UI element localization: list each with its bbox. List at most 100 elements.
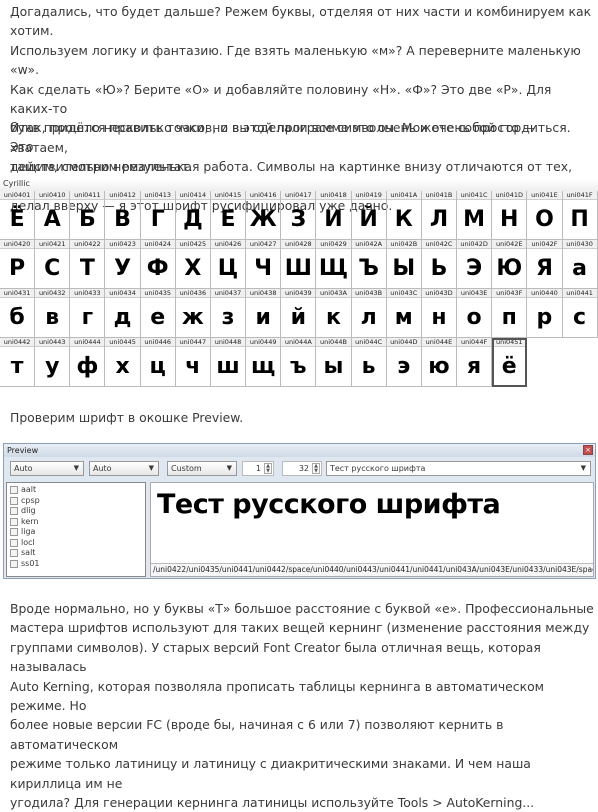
checkbox[interactable] [10, 538, 18, 547]
glyph-name: uni0432 [35, 289, 70, 298]
checkbox[interactable] [10, 559, 18, 568]
glyph-cell[interactable]: uni0448 ш [210, 338, 247, 387]
glyph-cell[interactable]: uni0446 ц [140, 338, 176, 387]
glyph-cell[interactable]: uni042C Ь [421, 240, 458, 289]
features-select[interactable]: Custom ▼ [167, 461, 237, 476]
glyph-cell[interactable]: uni043A к [316, 289, 352, 338]
glyph-name: uni0429 [316, 240, 351, 249]
glyph-cell[interactable]: uni042D Э [457, 240, 493, 289]
glyph-cell[interactable]: uni043F п [492, 289, 528, 338]
close-icon[interactable]: × [583, 445, 593, 455]
glyph-cell[interactable]: uni042B Ы [386, 240, 422, 289]
size-spinner[interactable]: 32 ▲ ▼ [282, 461, 322, 476]
glyph-name: uni042E [492, 240, 527, 249]
glyph-cell[interactable]: uni0428 Ш [281, 240, 317, 289]
glyph-cell[interactable]: uni0425 Х [175, 240, 211, 289]
script-select[interactable]: Auto ▼ [10, 461, 84, 476]
checkbox[interactable] [10, 507, 18, 516]
glyph-cell[interactable]: uni0415 Е [210, 191, 247, 240]
glyph-cell[interactable]: uni0401 Ё [0, 191, 36, 240]
glyph-cell[interactable]: uni0440 р [527, 289, 563, 338]
glyph: Н [500, 207, 519, 232]
glyph-cell[interactable]: uni041D Н [492, 191, 528, 240]
glyph-cell[interactable]: uni0414 Д [175, 191, 211, 240]
feature-item[interactable]: cpsp [10, 496, 142, 507]
glyph-cell[interactable]: uni0443 у [35, 338, 71, 387]
glyph-cell[interactable]: uni043C м [386, 289, 422, 338]
feature-item[interactable]: kern [10, 517, 142, 528]
glyph-cell[interactable]: uni043E о [457, 289, 493, 338]
glyph-cell[interactable]: uni043B л [351, 289, 387, 338]
feature-item[interactable]: dlig [10, 506, 142, 517]
glyph-cell[interactable]: uni044B ы [316, 338, 352, 387]
glyph-cell[interactable]: uni0433 г [70, 289, 106, 338]
spin-arrows-icon[interactable]: ▲ ▼ [264, 463, 272, 474]
glyph-cell[interactable]: uni0419 Й [351, 191, 387, 240]
glyph-cell[interactable]: uni0436 ж [175, 289, 211, 338]
glyph-cell[interactable]: uni0451 ё [492, 338, 528, 387]
glyph-cell[interactable]: uni042F Я [527, 240, 563, 289]
checkbox[interactable] [10, 549, 18, 558]
glyph-cell[interactable]: uni0424 Ф [140, 240, 176, 289]
feature-item[interactable]: salt [10, 548, 142, 559]
glyph-name: uni0414 [175, 191, 210, 200]
glyph-cell[interactable]: uni0413 Г [140, 191, 176, 240]
feature-item[interactable]: liga [10, 527, 142, 538]
glyph-cell[interactable]: uni0442 т [0, 338, 36, 387]
glyph-cell[interactable]: uni0439 й [281, 289, 317, 338]
glyph-cell[interactable]: uni0438 и [246, 289, 282, 338]
glyph-cell[interactable]: uni043D н [421, 289, 458, 338]
glyph-cell[interactable]: uni044D э [386, 338, 422, 387]
feature-item[interactable]: ss01 [10, 559, 142, 570]
text-line: Итак, прошло несколько часов, и вы сдела… [10, 120, 571, 155]
glyph-cell[interactable]: uni0410 А [35, 191, 71, 240]
glyph-cell[interactable]: uni0427 Ч [246, 240, 282, 289]
feature-item[interactable]: aalt [10, 485, 142, 496]
glyph-cell[interactable]: uni041E О [527, 191, 563, 240]
glyph-cell[interactable]: uni0418 И [316, 191, 352, 240]
glyph-cell[interactable]: uni0423 У [105, 240, 141, 289]
language-select-value: Auto [93, 464, 112, 473]
checkbox[interactable] [10, 528, 18, 537]
checkbox[interactable] [10, 517, 18, 526]
glyph-cell[interactable]: uni0432 в [35, 289, 71, 338]
spin-arrows-icon[interactable]: ▲ ▼ [312, 463, 320, 474]
glyph-cell[interactable]: uni044E ю [421, 338, 458, 387]
glyph-cell[interactable]: uni0445 х [105, 338, 141, 387]
preview-text-select[interactable]: Тест русского шрифта ▼ [326, 461, 591, 476]
glyph-cell[interactable]: uni0426 Ц [210, 240, 247, 289]
glyph-cell[interactable]: uni041C М [457, 191, 493, 240]
glyph-cell[interactable]: uni0435 е [140, 289, 176, 338]
glyph-cell[interactable]: uni0431 б [0, 289, 36, 338]
glyph-cell[interactable]: uni0429 Щ [316, 240, 352, 289]
glyph-cell[interactable]: uni044C ь [351, 338, 387, 387]
glyph-cell[interactable]: uni0422 Т [70, 240, 106, 289]
glyph-cell[interactable]: uni0437 з [210, 289, 247, 338]
glyph-cell[interactable]: uni042A Ъ [351, 240, 387, 289]
feature-item[interactable]: locl [10, 538, 142, 549]
glyph-cell[interactable]: uni042E Ю [492, 240, 528, 289]
glyph-cell[interactable]: uni0447 ч [175, 338, 211, 387]
glyph-cell[interactable]: uni0412 В [105, 191, 141, 240]
glyph: С [44, 256, 61, 281]
glyph-cell[interactable]: uni041A К [386, 191, 422, 240]
chevron-down-icon: ▼ [226, 464, 232, 472]
glyph-cell[interactable]: uni0449 щ [246, 338, 282, 387]
start-spinner[interactable]: 1 ▲ ▼ [242, 461, 274, 476]
glyph-cell[interactable]: uni0441 с [562, 289, 598, 338]
glyph-cell[interactable]: uni0417 З [281, 191, 317, 240]
checkbox[interactable] [10, 486, 18, 495]
glyph-cell[interactable]: uni0416 Ж [246, 191, 282, 240]
glyph-cell[interactable]: uni0430 а [562, 240, 598, 289]
glyph-cell[interactable]: uni0434 д [105, 289, 141, 338]
glyph-cell[interactable]: uni041F П [562, 191, 598, 240]
glyph-cell[interactable]: uni041B Л [421, 191, 458, 240]
glyph-cell[interactable]: uni044F я [457, 338, 493, 387]
glyph-cell[interactable]: uni0421 С [35, 240, 71, 289]
language-select[interactable]: Auto ▼ [89, 461, 159, 476]
glyph-cell[interactable]: uni0411 Б [70, 191, 106, 240]
glyph-cell[interactable]: uni0444 ф [70, 338, 106, 387]
checkbox[interactable] [10, 496, 18, 505]
glyph-cell[interactable]: uni0420 Р [0, 240, 36, 289]
glyph-cell[interactable]: uni044A ъ [281, 338, 317, 387]
